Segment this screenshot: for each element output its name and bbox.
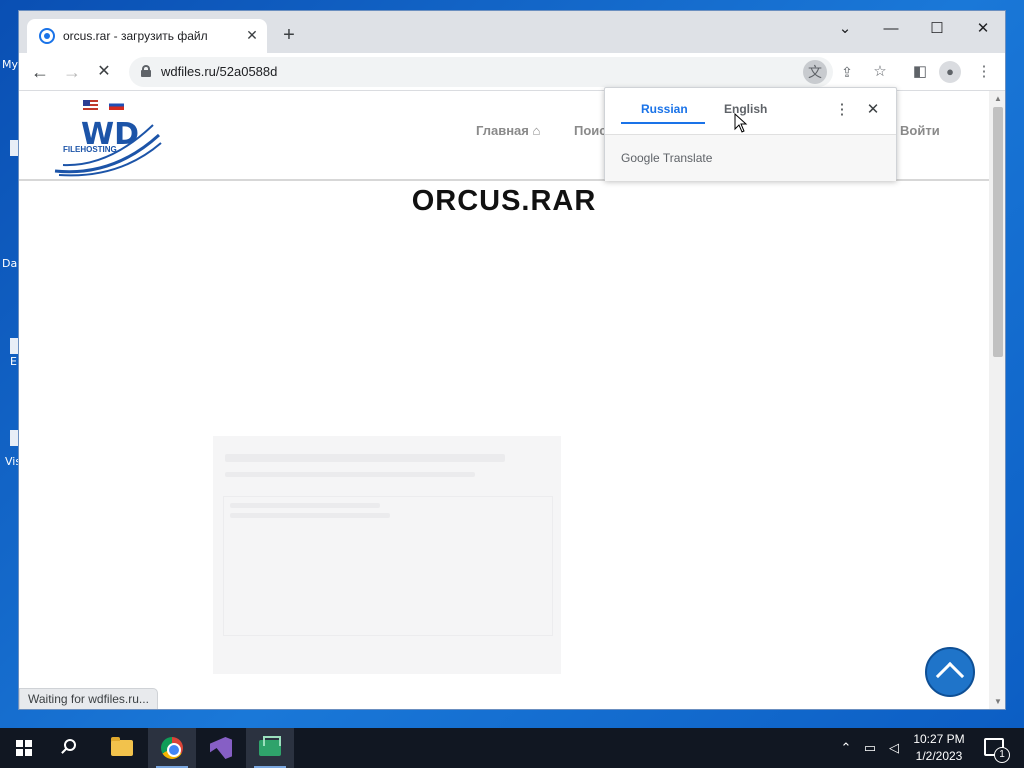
search-icon: [64, 739, 76, 751]
lock-icon[interactable]: [141, 65, 151, 77]
active-tab-indicator: [621, 122, 705, 124]
logo-subtitle: FILEHOSTING: [63, 145, 117, 154]
scroll-up-arrow-icon[interactable]: ▲: [993, 94, 1003, 104]
web-page: WD FILEHOSTING Главная ⌂ Поис Войти ORCU…: [19, 91, 989, 709]
placeholder-line: [230, 503, 380, 508]
placeholder-line: [225, 472, 475, 477]
translate-close-icon[interactable]: ✕: [863, 100, 883, 120]
scroll-to-top-button[interactable]: [925, 647, 975, 697]
site-logo[interactable]: WD FILEHOSTING: [53, 115, 163, 177]
stop-button[interactable]: ✕: [91, 59, 117, 85]
notification-count-badge: 1: [994, 747, 1010, 763]
maximize-button[interactable]: ☐: [915, 15, 959, 43]
chrome-icon: [161, 737, 183, 759]
tab-search-button[interactable]: ⌄: [823, 15, 867, 43]
browser-toolbar: ← → ✕ wdfiles.ru/52a0588d 文 ⇪ ☆ ◧ ● ⋮: [19, 53, 1005, 91]
desktop-label[interactable]: My: [2, 58, 18, 71]
folder-icon: [111, 737, 133, 756]
back-button[interactable]: ←: [27, 59, 53, 85]
browser-tab[interactable]: orcus.rar - загрузить файл ✕: [27, 19, 267, 53]
side-panel-icon[interactable]: ◧: [907, 59, 933, 85]
nav-search-link[interactable]: Поис: [574, 123, 607, 138]
file-title: ORCUS.RAR: [411, 185, 597, 217]
status-bar: Waiting for wdfiles.ru...: [19, 688, 158, 709]
clock-time: 10:27 PM: [913, 732, 965, 746]
mouse-cursor-icon: [734, 113, 748, 133]
page-scrollbar[interactable]: ▲ ▼: [989, 91, 1005, 709]
loading-panel: [213, 436, 561, 674]
chevron-up-icon: [935, 661, 965, 691]
share-icon[interactable]: ⇪: [835, 60, 859, 84]
placeholder-line: [230, 513, 390, 518]
desktop-label[interactable]: Da: [2, 257, 17, 270]
translate-options-icon[interactable]: ⋮: [832, 100, 852, 120]
new-tab-button[interactable]: +: [277, 25, 301, 49]
translate-footer: Google Translate: [605, 135, 896, 181]
url-text[interactable]: wdfiles.ru/52a0588d: [161, 64, 277, 79]
ru-flag-icon[interactable]: [109, 100, 124, 110]
translate-icon[interactable]: 文: [803, 60, 827, 84]
translate-source-tab[interactable]: Russian: [641, 102, 688, 116]
windows-logo-icon: [16, 740, 32, 756]
tab-close-icon[interactable]: ✕: [243, 26, 261, 44]
tab-strip: orcus.rar - загрузить файл ✕ + ⌄ — ☐ ✕: [19, 11, 1005, 53]
tab-title: orcus.rar - загрузить файл: [63, 29, 208, 43]
scroll-down-arrow-icon[interactable]: ▼: [993, 697, 1003, 707]
taskbar: ⌃ ▭ ◁ 10:27 PM 1/2/2023 1: [0, 728, 1024, 768]
forward-button[interactable]: →: [59, 59, 85, 85]
system-clock[interactable]: 10:27 PM 1/2/2023: [908, 731, 970, 765]
taskbar-chrome[interactable]: [148, 728, 196, 768]
us-flag-icon[interactable]: [83, 100, 98, 110]
desktop-icon[interactable]: [10, 338, 18, 354]
start-button[interactable]: [0, 728, 48, 768]
menu-kebab-icon[interactable]: ⋮: [971, 59, 997, 85]
favicon-icon: [39, 28, 55, 44]
desktop-icon[interactable]: [10, 140, 18, 156]
translate-popup: Russian English ⋮ ✕ Google Translate: [604, 87, 897, 181]
visual-studio-icon: [210, 737, 232, 759]
address-bar[interactable]: wdfiles.ru/52a0588d 文 ⇪: [129, 57, 853, 87]
desktop-label[interactable]: E: [10, 355, 17, 368]
nav-login-link[interactable]: Войти: [900, 123, 940, 138]
placeholder-box: [223, 496, 553, 636]
tray-chevron-up-icon[interactable]: ⌃: [838, 740, 854, 756]
network-icon[interactable]: ▭: [862, 740, 878, 756]
taskbar-visual-studio[interactable]: [197, 728, 245, 768]
placeholder-line: [225, 454, 505, 462]
nav-home-link[interactable]: Главная ⌂: [476, 123, 540, 138]
close-window-button[interactable]: ✕: [961, 15, 1005, 43]
bookmark-star-icon[interactable]: ☆: [867, 59, 893, 85]
volume-icon[interactable]: ◁: [886, 740, 902, 756]
scrollbar-thumb[interactable]: [993, 107, 1003, 357]
profile-avatar-icon[interactable]: ●: [939, 61, 961, 83]
app-icon: [259, 736, 281, 756]
taskbar-search-button[interactable]: [48, 728, 96, 768]
google-translate-brand: Google Translate: [621, 151, 713, 165]
minimize-button[interactable]: —: [869, 15, 913, 43]
clock-date: 1/2/2023: [915, 749, 963, 763]
desktop-icon[interactable]: [10, 430, 18, 446]
taskbar-file-explorer[interactable]: [98, 728, 146, 768]
taskbar-app[interactable]: [246, 728, 294, 768]
